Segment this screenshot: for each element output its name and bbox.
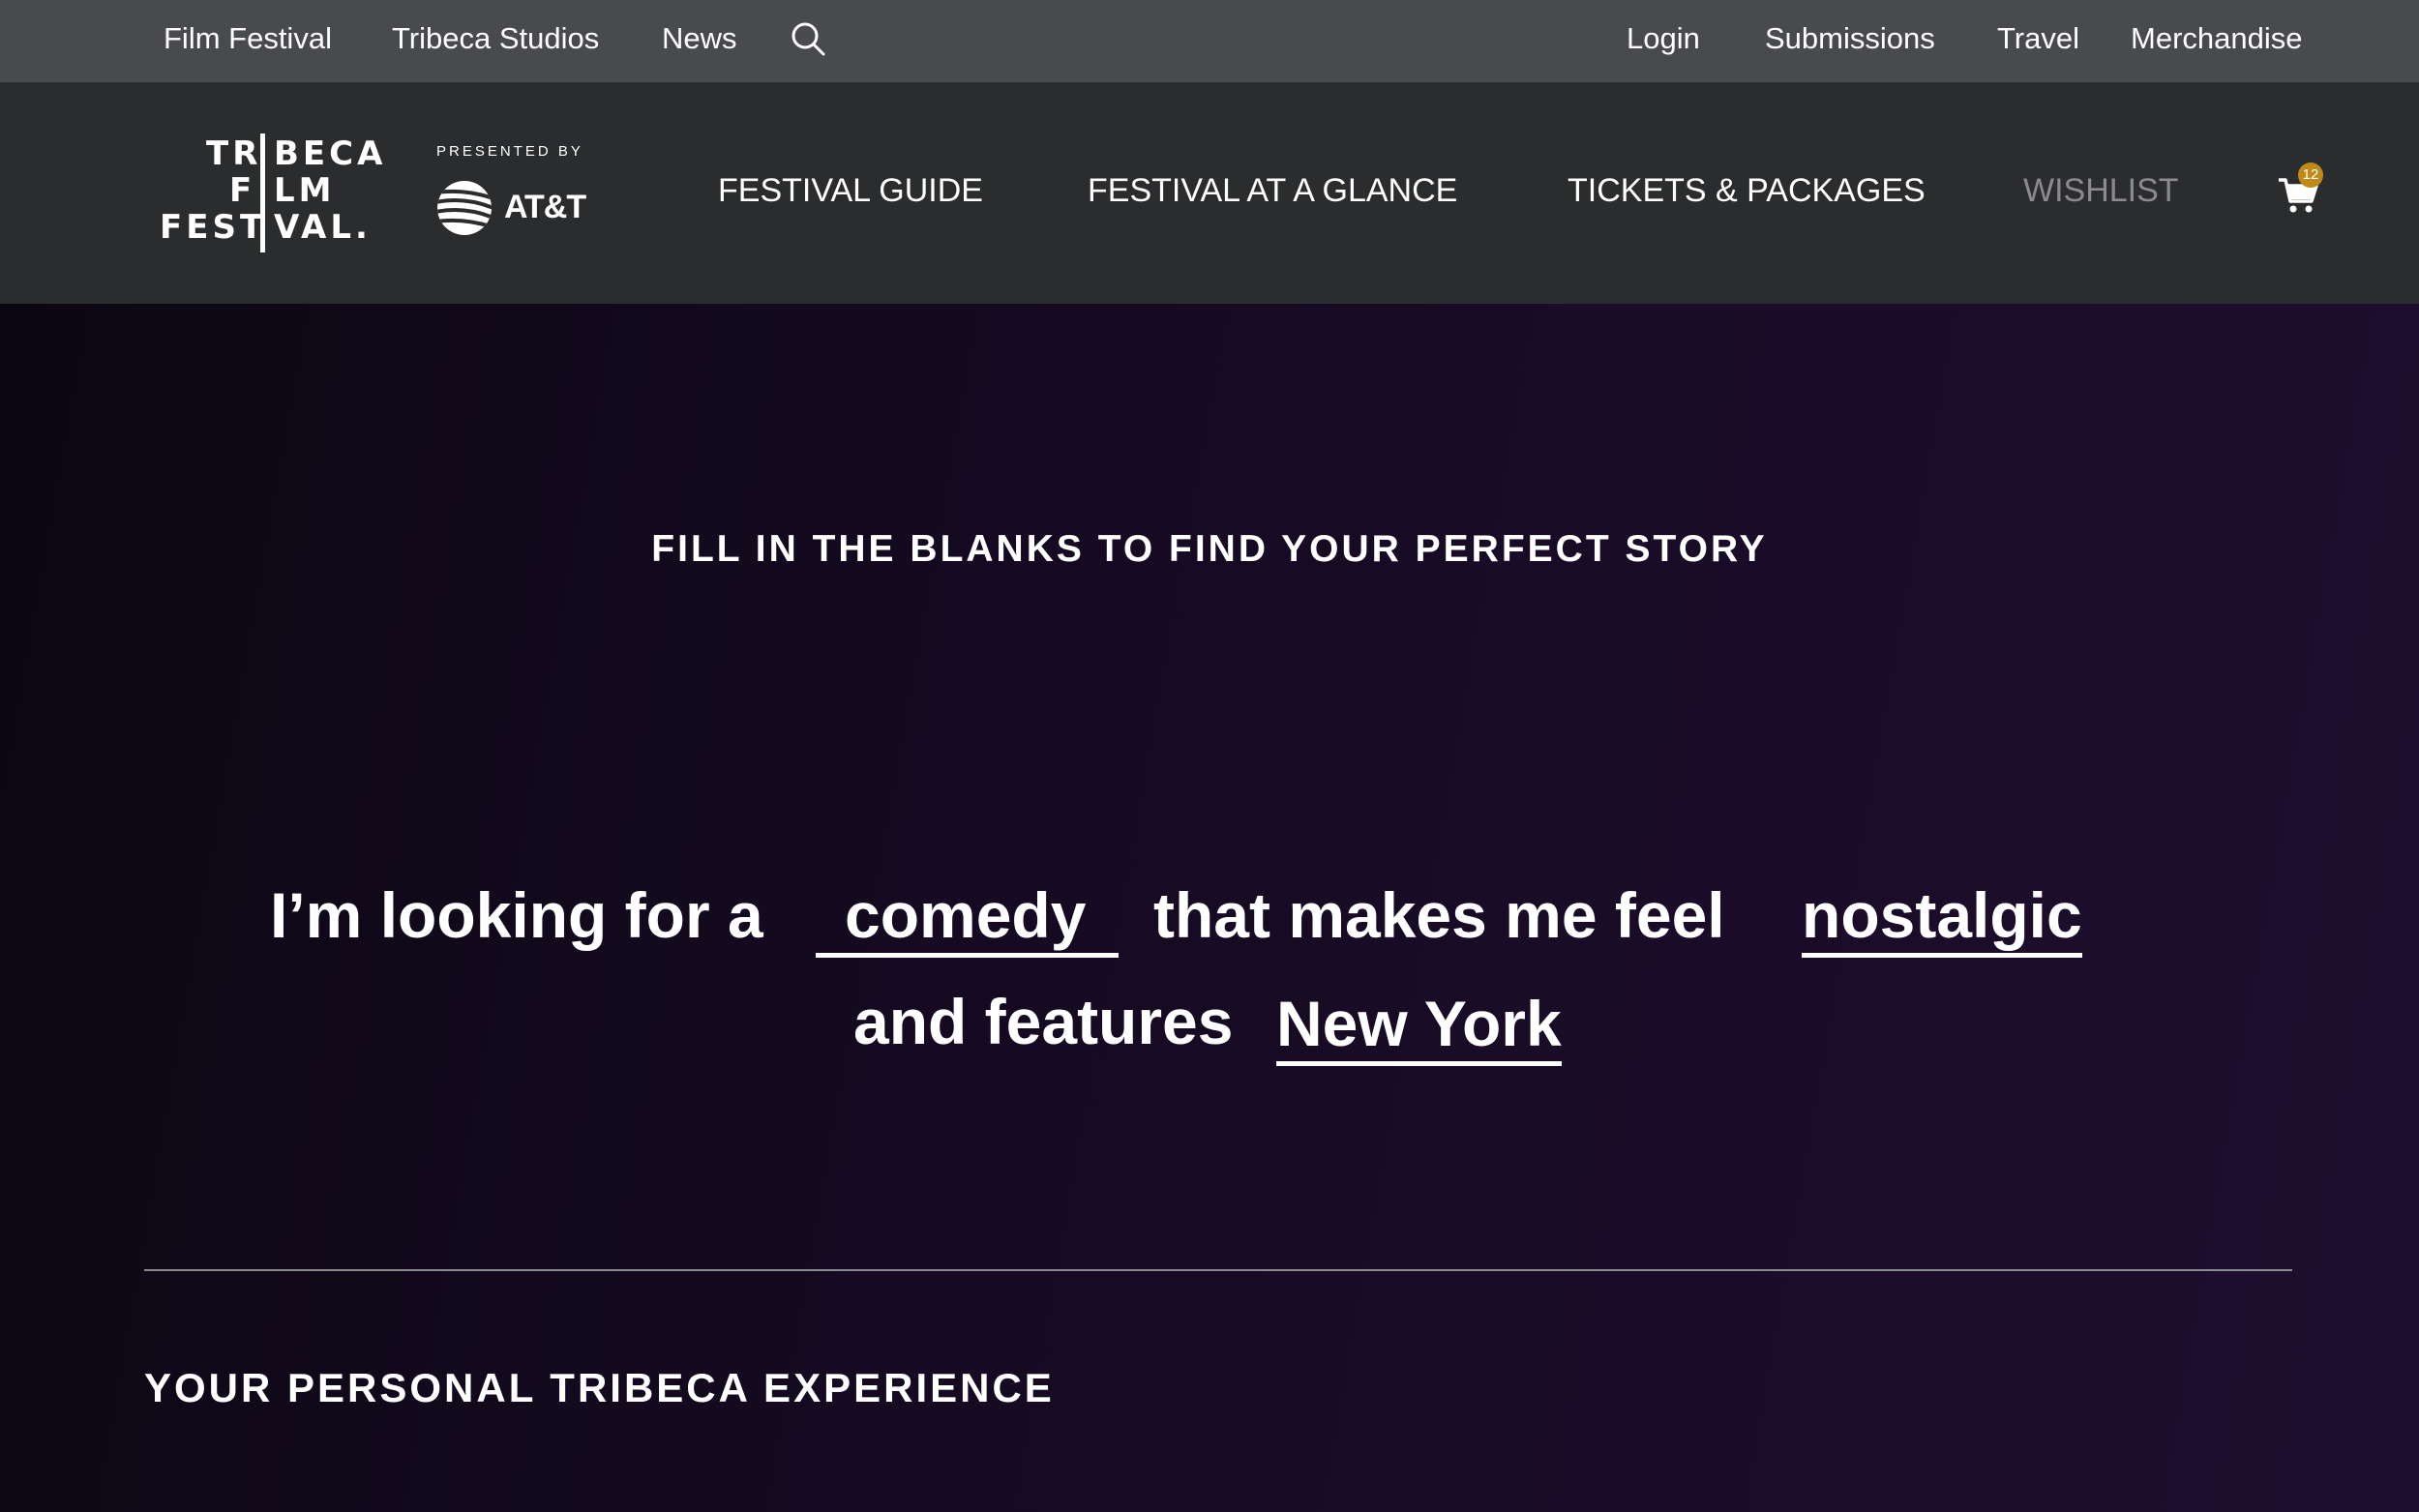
nav-news[interactable]: News [662, 17, 737, 60]
nav-login[interactable]: Login [1627, 17, 1700, 60]
logo-line: TR [206, 134, 262, 173]
section-title: YOUR PERSONAL TRIBECA EXPERIENCE [144, 1365, 1055, 1410]
att-globe-icon [437, 181, 492, 235]
nav-merchandise[interactable]: Merchandise [2131, 17, 2302, 60]
tribeca-logo[interactable]: TR BECA F LM FEST VAL. [160, 131, 382, 256]
cart-count-badge: 12 [2298, 163, 2323, 188]
sentence-text: and features [853, 986, 1234, 1057]
hero-kicker: FILL IN THE BLANKS TO FIND YOUR PERFECT … [651, 528, 1768, 570]
utility-bar: Film Festival Tribeca Studios News Login… [0, 0, 2419, 82]
logo-line: LM [274, 171, 336, 210]
sentence-text: I’m looking for a [270, 879, 763, 951]
mood-value: nostalgic [1802, 879, 2082, 958]
logo-line: F [229, 171, 256, 210]
logo-line: BECA [274, 134, 387, 173]
att-wordmark: AT&T [504, 189, 586, 225]
nav-wishlist[interactable]: WISHLIST [2023, 171, 2179, 210]
nav-travel[interactable]: Travel [1997, 17, 2079, 60]
logo-line: FEST [160, 208, 267, 247]
nav-submissions[interactable]: Submissions [1765, 17, 1935, 60]
place-value: New York [1276, 988, 1562, 1066]
story-finder-hero: FILL IN THE BLANKS TO FIND YOUR PERFECT … [0, 304, 2419, 1512]
genre-value: comedy [816, 879, 1120, 958]
logo-line: VAL. [274, 208, 372, 247]
place-select[interactable]: New York [1276, 985, 1562, 1066]
nav-festival-at-a-glance[interactable]: FESTIVAL AT A GLANCE [1088, 171, 1457, 210]
section-divider [144, 1269, 2292, 1271]
main-nav: TR BECA F LM FEST VAL. PRESENTED BY AT&T… [0, 82, 2419, 304]
search-icon[interactable] [791, 21, 825, 56]
genre-select[interactable]: comedy [816, 876, 1120, 958]
nav-tribeca-studios[interactable]: Tribeca Studios [392, 17, 599, 60]
nav-film-festival[interactable]: Film Festival [164, 17, 332, 60]
mood-select[interactable]: nostalgic [1802, 876, 2082, 958]
logo-bar [260, 133, 265, 252]
nav-festival-guide[interactable]: FESTIVAL GUIDE [718, 171, 983, 210]
nav-tickets-packages[interactable]: TICKETS & PACKAGES [1568, 171, 1926, 210]
presented-by-label: PRESENTED BY [436, 143, 583, 160]
sentence-text: that makes me feel [1153, 879, 1725, 951]
